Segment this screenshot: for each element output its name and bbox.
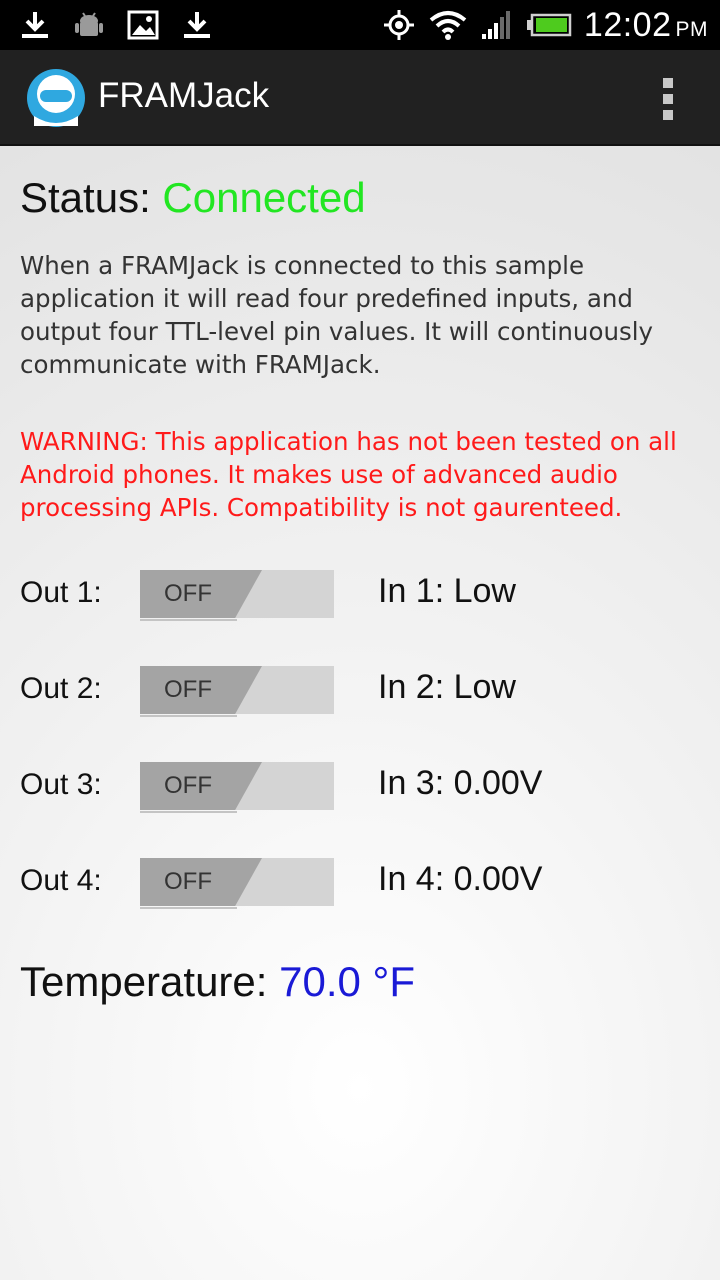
system-indicators: 12:02 PM: [382, 4, 708, 46]
out-2-toggle[interactable]: OFF: [140, 666, 334, 717]
out-3-toggle[interactable]: OFF: [140, 762, 334, 813]
framjack-logo-icon[interactable]: [26, 68, 86, 128]
temperature-value: 70.0 °F: [279, 958, 415, 1005]
io-row-4: Out 4: OFF In 4: 0.00V: [20, 858, 700, 910]
clock: 12:02 PM: [583, 5, 708, 44]
in-label: In 2: Low: [378, 668, 516, 706]
temperature-readout: Temperature: 70.0 °F: [20, 958, 415, 1006]
connection-status: Status: Connected: [20, 174, 366, 222]
overflow-menu-icon[interactable]: [660, 78, 676, 120]
io-row-3: Out 3: OFF In 3: 0.00V: [20, 762, 700, 814]
in-label: In 3: 0.00V: [378, 764, 543, 802]
out-label: Out 3:: [20, 768, 102, 801]
out-label: Out 4:: [20, 864, 102, 897]
in-label: In 1: Low: [378, 572, 516, 610]
warning-text: WARNING: This application has not been t…: [20, 427, 677, 522]
in-label: In 4: 0.00V: [378, 860, 543, 898]
cell-signal-icon: [480, 8, 514, 42]
image-icon: [126, 8, 160, 42]
gps-icon: [382, 8, 416, 42]
system-status-bar: 12:02 PM: [0, 0, 720, 50]
status-label: Status:: [20, 174, 151, 221]
description-text: When a FRAMJack is connected to this sam…: [20, 251, 654, 379]
out-4-toggle[interactable]: OFF: [140, 858, 334, 909]
app-title: FRAMJack: [98, 76, 270, 115]
toggle-state: OFF: [164, 580, 212, 607]
action-bar: FRAMJack: [0, 50, 720, 146]
toggle-state: OFF: [164, 868, 212, 895]
status-value: Connected: [162, 174, 366, 221]
battery-icon: [526, 8, 572, 42]
out-1-toggle[interactable]: OFF: [140, 570, 334, 621]
notification-icons: [18, 8, 214, 42]
toggle-state: OFF: [164, 676, 212, 703]
io-row-1: Out 1: OFF In 1: Low: [20, 570, 700, 622]
download-icon: [180, 8, 214, 42]
out-label: Out 2:: [20, 672, 102, 705]
download-icon: [18, 8, 52, 42]
toggle-state: OFF: [164, 772, 212, 799]
android-debug-icon: [72, 8, 106, 42]
wifi-icon: [428, 8, 468, 42]
out-label: Out 1:: [20, 576, 102, 609]
io-row-2: Out 2: OFF In 2: Low: [20, 666, 700, 718]
temperature-label: Temperature:: [20, 958, 268, 1005]
